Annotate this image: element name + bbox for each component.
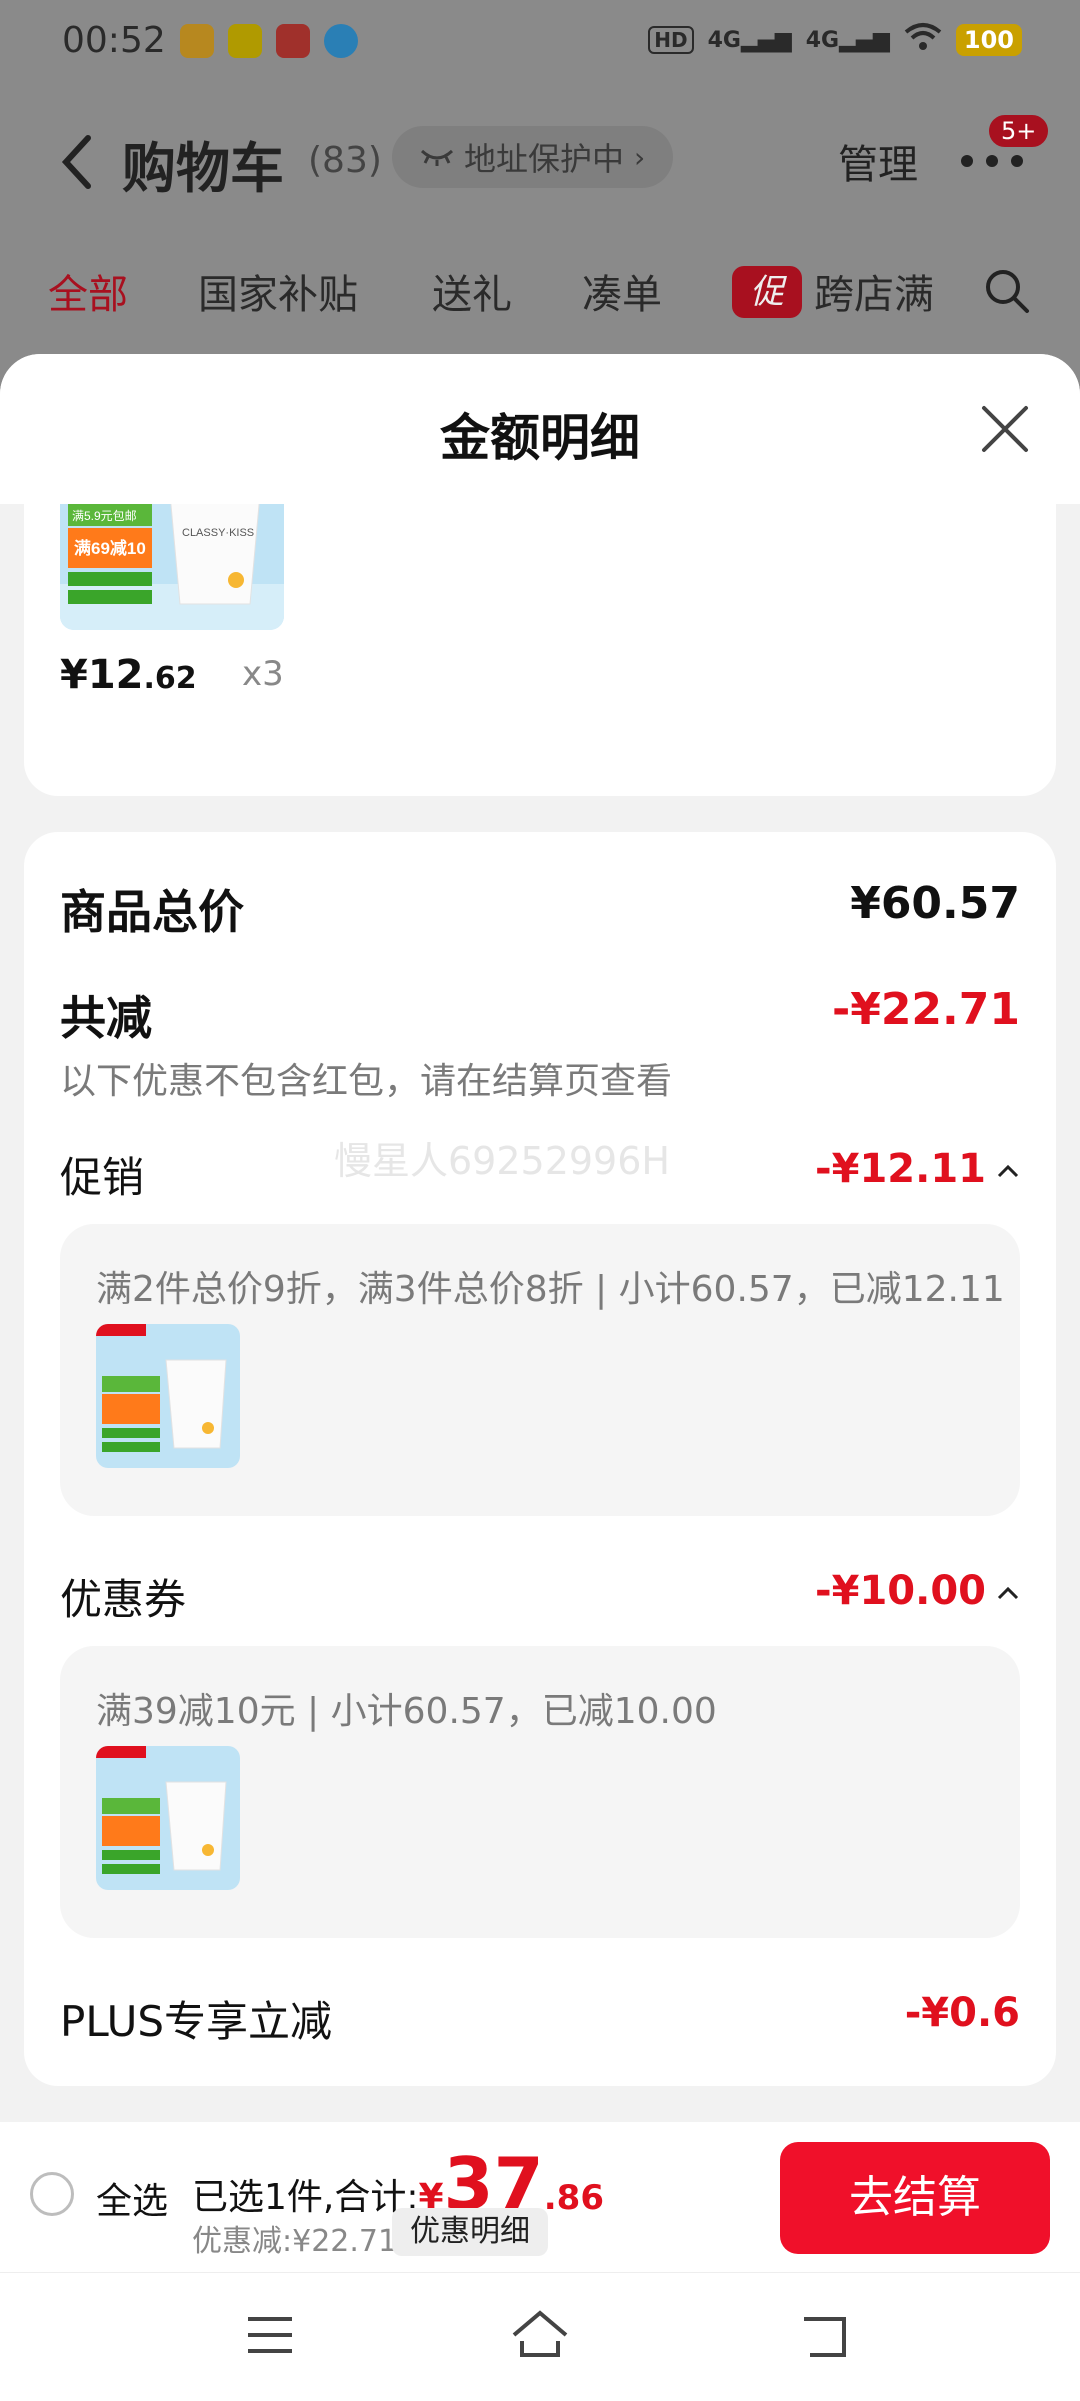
product-brand-text: CLASSY·KISS <box>182 527 254 539</box>
product-ribbon-text: 满5.9元包邮 <box>72 509 137 523</box>
menu-icon[interactable] <box>246 2315 294 2355</box>
address-protect-button[interactable]: 地址保护中 › <box>392 126 674 188</box>
cart-count: (83) <box>308 140 382 181</box>
product-thumbnail[interactable] <box>96 1746 240 1890</box>
total-reduce-value: -¥22.71 <box>831 984 1020 1035</box>
more-dots-icon[interactable] <box>960 154 1024 168</box>
notification-app-icon <box>228 24 262 58</box>
search-icon[interactable] <box>984 268 1030 314</box>
page-title: 购物车 <box>122 137 284 200</box>
promo-badge-icon: 促 <box>732 266 802 318</box>
select-all-checkbox[interactable] <box>30 2172 74 2216</box>
sheet-header: 金额明细 <box>0 354 1080 504</box>
chevron-up-icon <box>997 1164 1019 1178</box>
total-price-label: 商品总价 <box>60 885 244 939</box>
item-price: ¥12.62 <box>60 652 197 698</box>
items-card: CLASSY·KISS 满5.9元包邮 满69减10 ¥12.62 x3 <box>24 454 1056 796</box>
coupon-label: 优惠券 <box>60 1575 187 1624</box>
more-badge: 5+ <box>986 112 1052 150</box>
amount-detail-sheet: CLASSY·KISS 满5.9元包邮 满69减10 ¥12.62 x3 商品总… <box>0 354 1080 2122</box>
chevron-up-icon <box>997 1586 1019 1600</box>
discount-summary: 优惠减:¥22.71 <box>192 2224 398 2259</box>
system-nav-bar <box>0 2272 1080 2401</box>
tab-combine[interactable]: 凑单 <box>582 262 662 320</box>
item-quantity: x3 <box>242 654 284 694</box>
address-protect-label: 地址保护中 <box>464 140 625 178</box>
product-deal-text: 满69减10 <box>74 538 146 558</box>
watermark-text: 慢星人69252996H <box>334 1139 670 1183</box>
coupon-detail-box: 满39减10元 | 小计60.57，已减10.00 <box>60 1646 1020 1938</box>
status-app-icons <box>180 24 358 58</box>
notification-app-icon <box>276 24 310 58</box>
back-arrow-icon[interactable] <box>58 132 98 192</box>
cart-navbar: 购物车 (83) 地址保护中 › 管理 5+ <box>0 110 1080 210</box>
battery-icon: 100 <box>955 24 1022 56</box>
sheet-title: 金额明细 <box>440 409 640 467</box>
close-icon[interactable] <box>980 404 1030 454</box>
price-summary-card: 商品总价 ¥60.57 共减 -¥22.71 以下优惠不包含红包，请在结算页查看… <box>24 832 1056 2086</box>
promo-value[interactable]: -¥12.11 <box>815 1146 1020 1192</box>
closed-eye-icon <box>420 149 454 166</box>
total-price-value: ¥60.57 <box>850 878 1020 929</box>
coupon-value[interactable]: -¥10.00 <box>815 1568 1020 1614</box>
cart-tabs: 全部 国家补贴 送礼 凑单 促 跨店满 <box>0 250 1080 330</box>
checkout-button[interactable]: 去结算 <box>780 2142 1050 2254</box>
total-amount-dec: .86 <box>543 2178 604 2218</box>
status-right: HD 4G▂▄▆ 4G▂▄▆ 100 <box>648 22 1022 58</box>
wifi-icon <box>904 22 942 58</box>
notification-app-icon <box>324 24 358 58</box>
hd-icon: HD <box>648 26 694 54</box>
coupon-detail-text: 满39减10元 | 小计60.57，已减10.00 <box>96 1691 717 1732</box>
discount-detail-button[interactable]: 优惠明细 <box>392 2208 548 2256</box>
total-reduce-label: 共减 <box>60 991 152 1045</box>
promo-detail-box: 满2件总价9折，满3件总价8折 | 小计60.57，已减12.11 <box>60 1224 1020 1516</box>
plus-discount-label: PLUS专享立减 <box>60 1997 333 2046</box>
plus-discount-value: -¥0.6 <box>904 1990 1020 2036</box>
promo-label: 促销 <box>60 1153 145 1202</box>
back-icon[interactable] <box>800 2315 850 2359</box>
checkout-bar: 全选 已选1件,合计:¥37.86 优惠减:¥22.71 优惠明细 去结算 <box>0 2122 1080 2272</box>
status-bar: 00:52 HD 4G▂▄▆ 4G▂▄▆ 100 <box>0 0 1080 90</box>
signal-icon: 4G▂▄▆ <box>707 27 792 53</box>
manage-button[interactable]: 管理 <box>838 132 918 190</box>
total-prefix: 已选1件,合计: <box>192 2177 419 2218</box>
status-time: 00:52 <box>62 20 166 61</box>
signal-icon: 4G▂▄▆ <box>805 27 890 53</box>
notification-app-icon <box>180 24 214 58</box>
reduce-note: 以下优惠不包含红包，请在结算页查看 <box>60 1061 673 1102</box>
tab-all[interactable]: 全部 <box>48 262 128 320</box>
product-thumbnail[interactable] <box>96 1324 240 1468</box>
tab-gift[interactable]: 送礼 <box>432 262 512 320</box>
tab-cross-store[interactable]: 跨店满 <box>814 262 934 320</box>
home-icon[interactable] <box>510 2309 570 2359</box>
promo-detail-text: 满2件总价9折，满3件总价8折 | 小计60.57，已减12.11 <box>96 1269 1005 1310</box>
select-all-label[interactable]: 全选 <box>96 2172 168 2224</box>
tab-national-subsidy[interactable]: 国家补贴 <box>198 262 358 320</box>
chevron-right-icon: › <box>634 140 646 174</box>
